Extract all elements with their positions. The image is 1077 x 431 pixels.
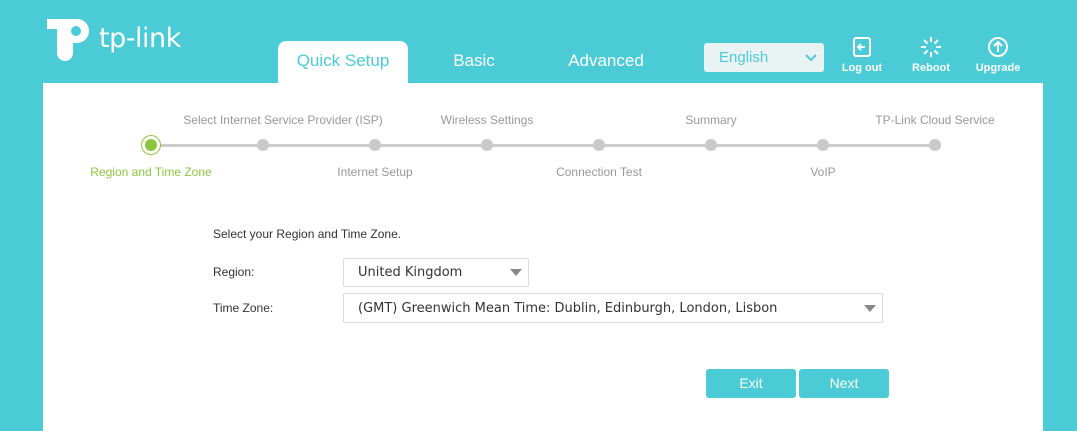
brand-name: tp-link (99, 22, 181, 54)
reboot-button[interactable]: Reboot (901, 36, 961, 74)
caret-down-icon (864, 305, 876, 312)
logout-icon (853, 37, 871, 57)
language-value: English (719, 49, 769, 66)
logout-label: Log out (841, 62, 883, 74)
step-dot-connection-test (593, 139, 605, 151)
reboot-label: Reboot (912, 62, 950, 74)
timezone-select[interactable]: (GMT) Greenwich Mean Time: Dublin, Edinb… (343, 293, 883, 323)
region-value: United Kingdom (358, 265, 463, 280)
upgrade-label: Upgrade (975, 62, 1021, 74)
step-dot-isp (257, 139, 269, 151)
chevron-down-icon (804, 43, 818, 82)
upgrade-icon (988, 37, 1008, 57)
tp-link-logo: tp-link (43, 15, 181, 61)
timezone-value: (GMT) Greenwich Mean Time: Dublin, Edinb… (358, 301, 778, 316)
step-label-wireless: Wireless Settings (440, 113, 534, 127)
region-label: Region: (213, 265, 255, 279)
step-dot-wireless (481, 139, 493, 151)
step-label-summary: Summary (685, 113, 737, 127)
tab-basic[interactable]: Basic (409, 41, 539, 83)
step-dot-cloud (929, 139, 941, 151)
tab-advanced[interactable]: Advanced (540, 41, 672, 83)
step-dot-summary (705, 139, 717, 151)
timezone-label: Time Zone: (213, 301, 274, 315)
step-label-internet-setup: Internet Setup (337, 165, 413, 179)
step-label-region: Region and Time Zone (90, 165, 212, 179)
caret-down-icon (510, 269, 522, 276)
form-intro: Select your Region and Time Zone. (213, 227, 402, 241)
logo-mark-icon (47, 19, 89, 61)
tab-quick-setup[interactable]: Quick Setup (278, 41, 408, 83)
logout-button[interactable]: Log out (832, 36, 892, 74)
region-select[interactable]: United Kingdom (343, 258, 529, 287)
reboot-icon (921, 37, 941, 57)
content-panel (43, 83, 1043, 431)
language-select[interactable]: English (704, 43, 824, 72)
step-label-connection-test: Connection Test (556, 165, 642, 179)
step-dot-voip (817, 139, 829, 151)
step-label-cloud: TP-Link Cloud Service (875, 113, 995, 127)
step-label-voip: VoIP (810, 165, 836, 179)
step-dot-internet-setup (369, 139, 381, 151)
step-dot-region (145, 139, 157, 151)
step-label-isp: Select Internet Service Provider (ISP) (183, 113, 383, 127)
next-button[interactable]: Next (799, 369, 889, 398)
upgrade-button[interactable]: Upgrade (968, 36, 1028, 74)
exit-button[interactable]: Exit (706, 369, 796, 398)
